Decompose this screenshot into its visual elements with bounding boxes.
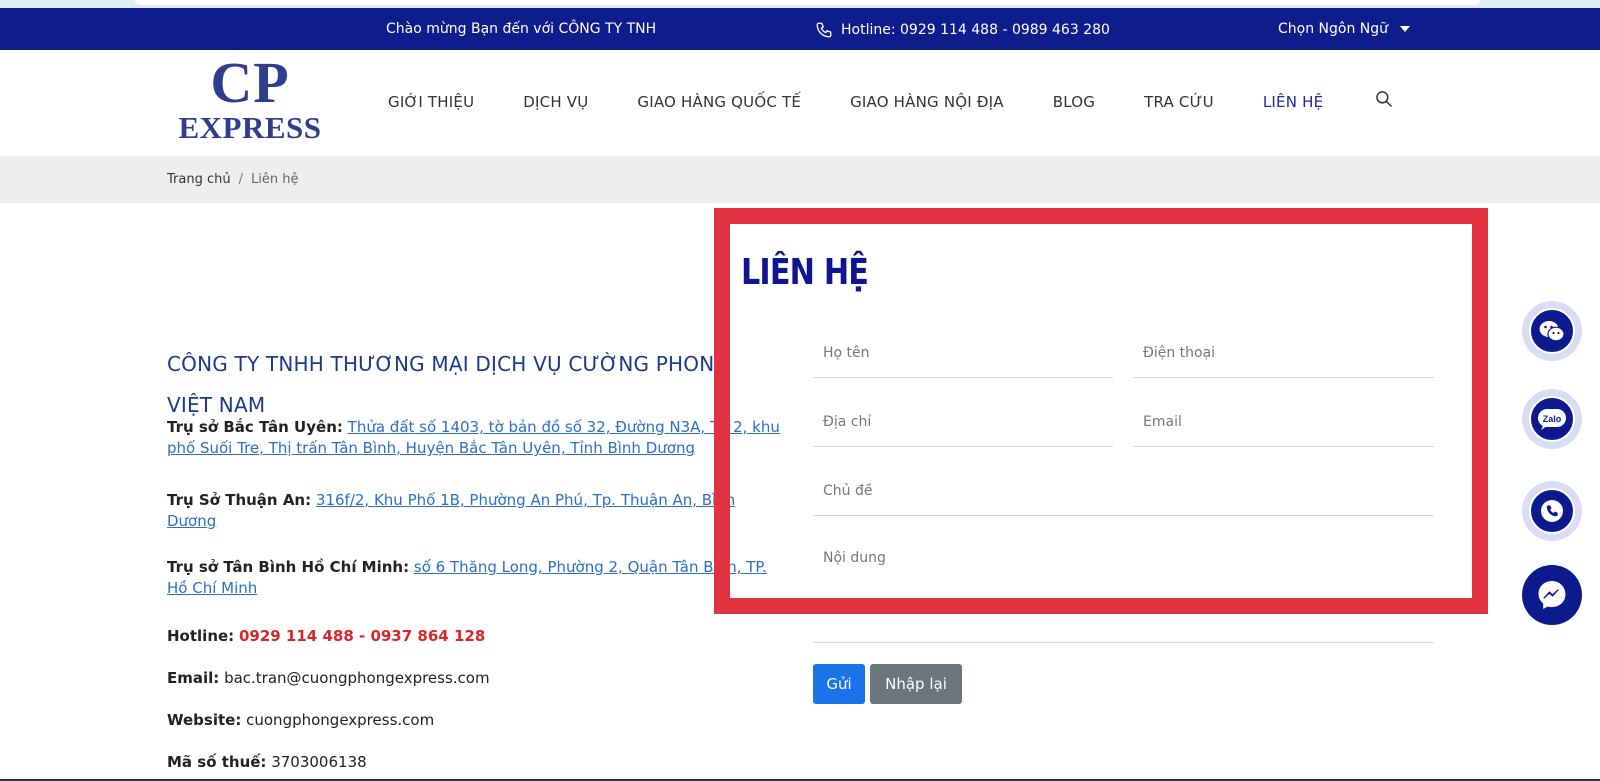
name-field xyxy=(813,342,1113,378)
logo-line1: CP xyxy=(210,50,290,115)
nav-item-tra-cuu[interactable]: TRA CỨU xyxy=(1144,93,1214,111)
hotline-value[interactable]: 0929 114 488 - 0937 864 128 xyxy=(239,627,485,645)
email-field xyxy=(1133,411,1434,447)
contact-form-heading: LIÊN HỆ xyxy=(741,252,869,293)
welcome-text: Chào mừng Bạn đến với CÔNG TY TNH xyxy=(386,21,657,37)
phone-icon xyxy=(1529,488,1575,534)
address-thuanan: Trụ Sở Thuận An: 316f/2, Khu Phố 1B, Phư… xyxy=(167,490,787,532)
address-tanbinh: Trụ sở Tân Bình Hồ Chí Minh: số 6 Thăng … xyxy=(167,557,787,599)
tax-label: Mã số thuế: xyxy=(167,753,267,771)
browser-tab-area xyxy=(135,0,1480,5)
email-label: Email: xyxy=(167,669,220,687)
breadcrumb: Trang chủ / Liên hệ xyxy=(0,156,1600,203)
address-bactanuyen-label: Trụ sở Bắc Tân Uyên: xyxy=(167,418,343,436)
phone-input[interactable] xyxy=(1133,345,1434,361)
subject-input[interactable] xyxy=(813,483,1434,499)
nav-item-blog[interactable]: BLOG xyxy=(1053,93,1095,111)
site-header: CP EXPRESS GIỚI THIỆU DỊCH VỤ GIAO HÀNG … xyxy=(0,50,1600,156)
language-selector[interactable]: Chọn Ngôn Ngữ xyxy=(1278,21,1411,37)
topbar-hotline[interactable]: Hotline: 0929 114 488 - 0989 463 280 xyxy=(815,21,1110,39)
wechat-button[interactable] xyxy=(1522,301,1582,361)
website-value: cuongphongexpress.com xyxy=(246,711,435,729)
zalo-icon: Zalo xyxy=(1529,396,1575,442)
message-field xyxy=(813,550,1434,643)
breadcrumb-home[interactable]: Trang chủ xyxy=(167,172,231,187)
subject-field xyxy=(813,480,1434,516)
tax-value: 3703006138 xyxy=(271,753,367,771)
svg-text:Zalo: Zalo xyxy=(1543,414,1562,424)
send-button[interactable]: Gửi xyxy=(813,664,865,704)
address-field xyxy=(813,411,1113,447)
phone-field xyxy=(1133,342,1434,378)
call-button[interactable] xyxy=(1522,481,1582,541)
messenger-button[interactable] xyxy=(1522,565,1582,625)
company-name: CÔNG TY TNHH THƯƠNG MẠI DỊCH VỤ CƯỜNG PH… xyxy=(167,352,731,417)
zalo-button[interactable]: Zalo xyxy=(1522,389,1582,449)
contact-website: Website: cuongphongexpress.com xyxy=(167,710,787,731)
nav-item-giao-hang-quoc-te[interactable]: GIAO HÀNG QUỐC TẾ xyxy=(637,93,801,111)
email-value: bac.tran@cuongphongexpress.com xyxy=(224,669,490,687)
address-input[interactable] xyxy=(813,414,1113,430)
breadcrumb-current: Liên hệ xyxy=(250,172,299,187)
hotline-label: Hotline: xyxy=(167,627,235,645)
browser-chrome-strip xyxy=(0,0,1600,8)
top-info-bar: Chào mừng Bạn đến với CÔNG TY TNH Hotlin… xyxy=(0,8,1600,50)
email-input[interactable] xyxy=(1133,414,1434,430)
address-tanbinh-label: Trụ sở Tân Bình Hồ Chí Minh: xyxy=(167,558,410,576)
contact-tax-code: Mã số thuế: 3703006138 xyxy=(167,752,787,773)
address-thuanan-label: Trụ Sở Thuận An: xyxy=(167,491,312,509)
main-nav: GIỚI THIỆU DỊCH VỤ GIAO HÀNG QUỐC TẾ GIA… xyxy=(388,91,1393,111)
topbar-hotline-text: Hotline: 0929 114 488 - 0989 463 280 xyxy=(841,22,1110,38)
address-bactanuyen: Trụ sở Bắc Tân Uyên: Thửa đất số 1403, t… xyxy=(167,417,787,459)
logo-line2: EXPRESS xyxy=(178,110,322,145)
site-logo[interactable]: CP EXPRESS xyxy=(170,54,330,144)
language-selector-label: Chọn Ngôn Ngữ xyxy=(1278,21,1389,37)
nav-item-giao-hang-noi-dia[interactable]: GIAO HÀNG NỘI ĐỊA xyxy=(850,93,1004,111)
messenger-icon xyxy=(1522,565,1582,625)
nav-item-dich-vu[interactable]: DỊCH VỤ xyxy=(523,93,588,111)
phone-icon xyxy=(816,22,832,38)
website-label: Website: xyxy=(167,711,242,729)
breadcrumb-separator: / xyxy=(238,172,243,187)
name-input[interactable] xyxy=(813,345,1113,361)
contact-email: Email: bac.tran@cuongphongexpress.com xyxy=(167,668,787,689)
nav-item-gioi-thieu[interactable]: GIỚI THIỆU xyxy=(388,93,474,111)
nav-item-lien-he[interactable]: LIÊN HỆ xyxy=(1263,93,1323,111)
reset-button[interactable]: Nhập lại xyxy=(870,664,962,704)
contact-hotline: Hotline: 0929 114 488 - 0937 864 128 xyxy=(167,626,787,647)
message-textarea[interactable] xyxy=(813,550,1434,640)
caret-down-icon xyxy=(1400,26,1411,32)
wechat-icon xyxy=(1529,308,1575,354)
search-icon[interactable] xyxy=(1374,89,1394,113)
